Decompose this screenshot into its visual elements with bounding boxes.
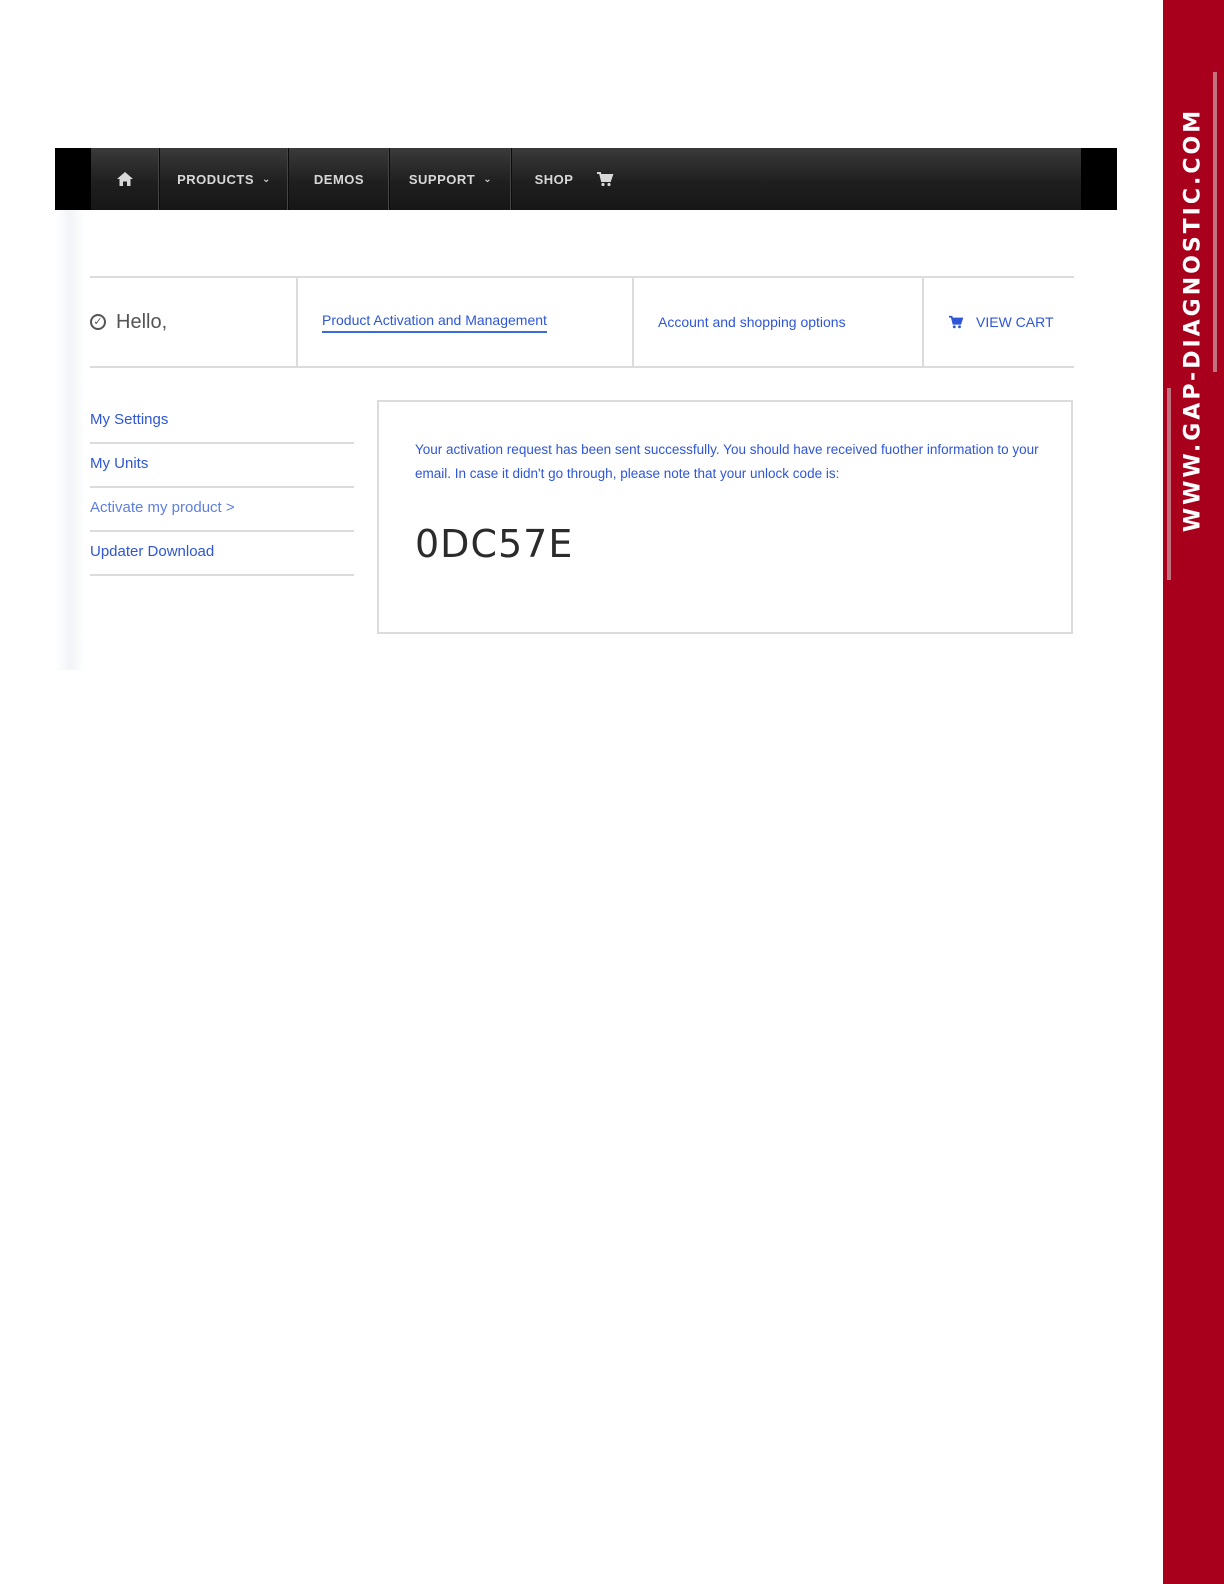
cart-icon bbox=[948, 315, 964, 329]
cart-icon bbox=[596, 171, 614, 187]
top-navbar: PRODUCTS ⌄ DEMOS SUPPORT ⌄ SHOP bbox=[55, 148, 1117, 210]
tab-label: Product Activation and Management bbox=[322, 312, 547, 333]
chevron-down-icon: ⌄ bbox=[483, 173, 493, 185]
view-cart-button[interactable]: VIEW CART bbox=[924, 278, 1074, 366]
sidebar-item-activate-product[interactable]: Activate my product > bbox=[90, 488, 354, 532]
tab-label: Account and shopping options bbox=[658, 314, 846, 330]
greeting-text: Hello, bbox=[116, 310, 168, 333]
nav-products[interactable]: PRODUCTS ⌄ bbox=[160, 148, 289, 210]
sidebar-item-my-units[interactable]: My Units bbox=[90, 444, 354, 488]
check-circle-icon: ✓ bbox=[90, 314, 106, 330]
greeting: ✓ Hello, bbox=[90, 278, 298, 366]
strip-decor-line bbox=[1167, 388, 1171, 580]
activation-success-message: Your activation request has been sent su… bbox=[415, 442, 1039, 481]
nav-support[interactable]: SUPPORT ⌄ bbox=[390, 148, 512, 210]
page-shadow bbox=[55, 210, 85, 670]
strip-decor-line bbox=[1213, 72, 1217, 372]
sidebar-item-updater-download[interactable]: Updater Download bbox=[90, 532, 354, 576]
sidebar-item-my-settings[interactable]: My Settings bbox=[90, 400, 354, 444]
account-sidebar: My Settings My Units Activate my product… bbox=[90, 400, 354, 576]
nav-cart[interactable] bbox=[596, 148, 652, 210]
nav-demos[interactable]: DEMOS bbox=[289, 148, 390, 210]
nav-products-label: PRODUCTS bbox=[177, 171, 255, 187]
nav-menu: PRODUCTS ⌄ DEMOS SUPPORT ⌄ SHOP bbox=[91, 148, 1081, 210]
home-icon bbox=[116, 171, 134, 187]
brand-side-strip: WWW.GAP-DIAGNOSTIC.COM bbox=[1163, 0, 1224, 1584]
nav-demos-label: DEMOS bbox=[313, 171, 365, 187]
account-header: ✓ Hello, Product Activation and Manageme… bbox=[90, 276, 1074, 368]
nav-shop[interactable]: SHOP bbox=[512, 148, 596, 210]
brand-website-text: WWW.GAP-DIAGNOSTIC.COM bbox=[1180, 107, 1206, 533]
unlock-code: 0DC57E bbox=[415, 522, 574, 566]
activation-message-panel: Your activation request has been sent su… bbox=[377, 400, 1073, 634]
nav-home[interactable] bbox=[91, 148, 160, 210]
chevron-down-icon: ⌄ bbox=[262, 173, 271, 185]
nav-shop-label: SHOP bbox=[534, 171, 574, 187]
tab-product-activation[interactable]: Product Activation and Management bbox=[298, 278, 634, 366]
nav-support-label: SUPPORT bbox=[408, 171, 476, 187]
tab-label: VIEW CART bbox=[976, 314, 1054, 330]
tab-account-shopping[interactable]: Account and shopping options bbox=[634, 278, 924, 366]
